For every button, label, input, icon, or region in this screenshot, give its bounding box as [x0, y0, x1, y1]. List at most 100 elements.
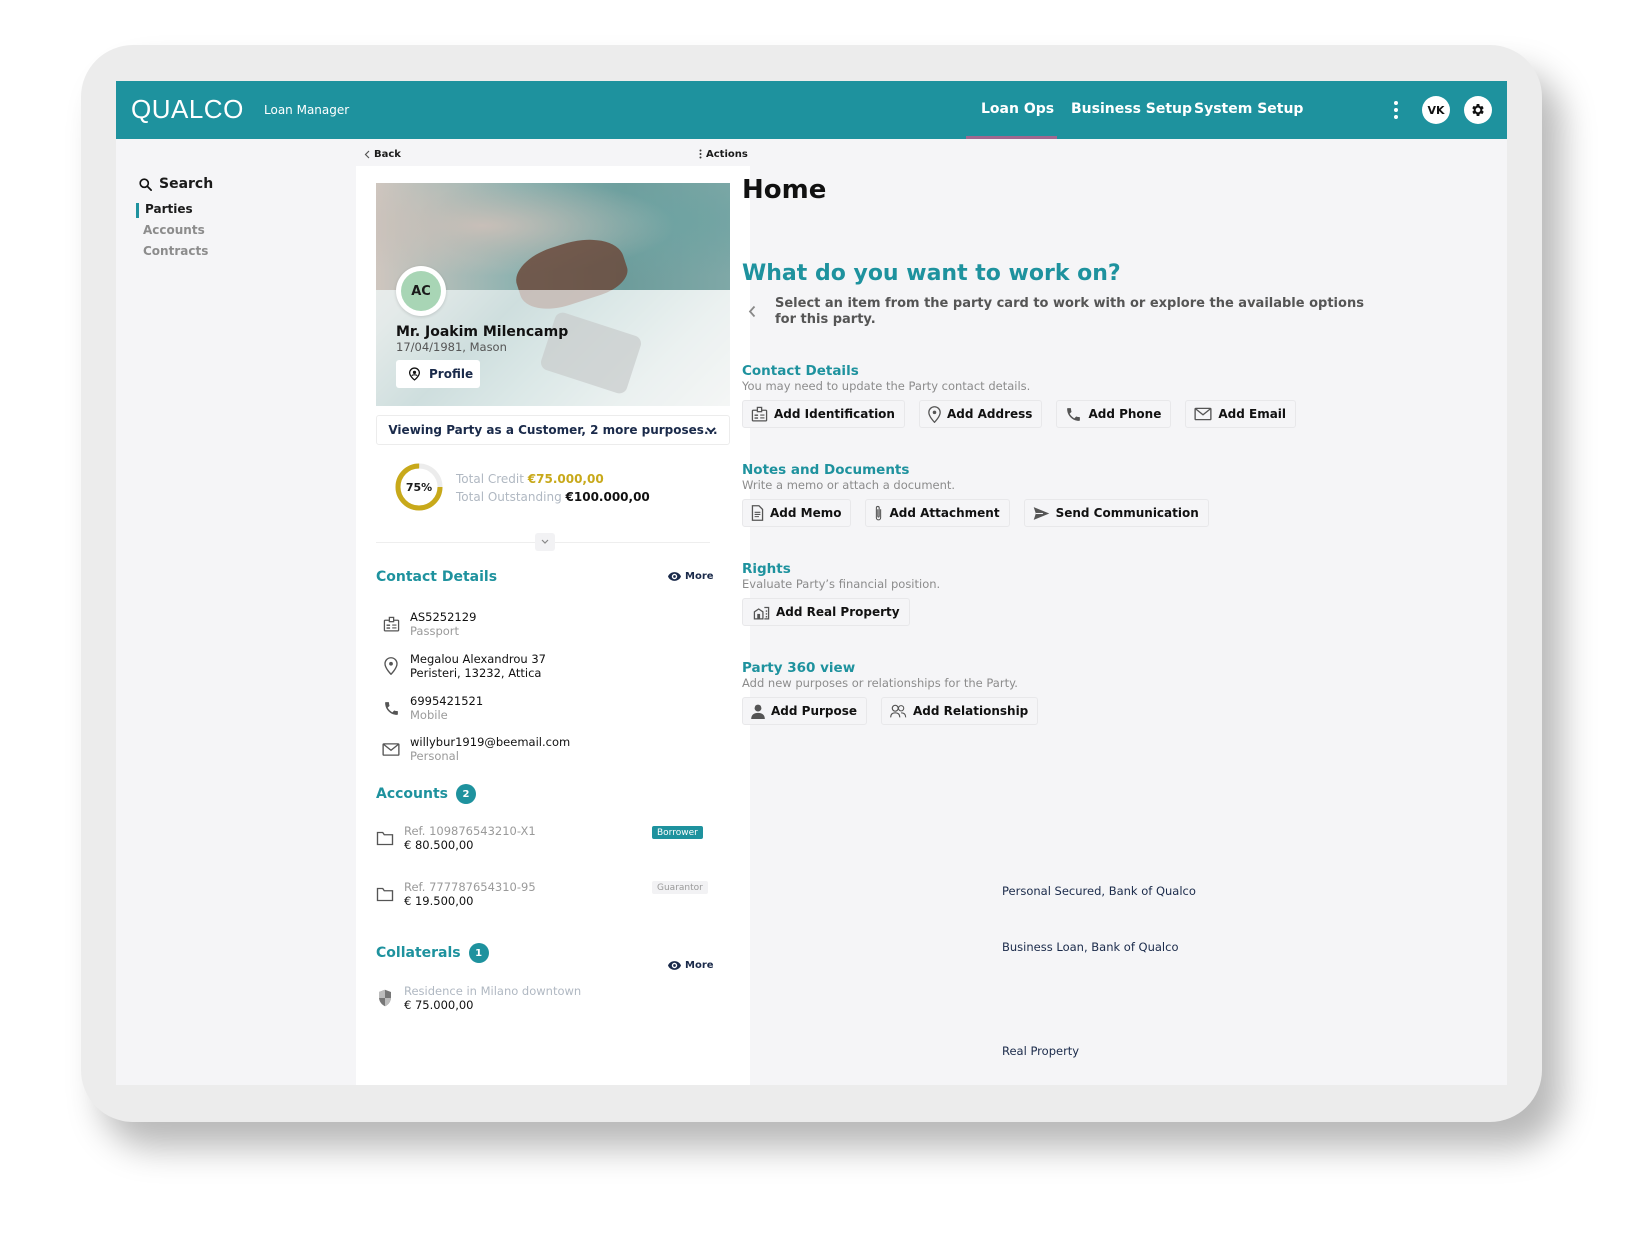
chevron-left-icon — [364, 150, 370, 158]
more-label: More — [685, 960, 714, 971]
chevron-left-icon[interactable] — [748, 305, 756, 318]
building-icon — [753, 606, 770, 620]
total-credit-row: Total Credit €75.000,00 — [456, 472, 604, 486]
chevron-down-icon — [541, 539, 549, 544]
expand-button[interactable] — [535, 533, 555, 551]
add-real-property-button[interactable]: Add Real Property — [742, 598, 910, 626]
contact-main: willybur1919@beemail.com — [410, 735, 571, 749]
search-link[interactable]: Search — [138, 176, 213, 192]
party-avatar: AC — [396, 266, 446, 316]
user-avatar[interactable]: VK — [1422, 96, 1450, 124]
collateral-desc: Residence in Milano downtown — [404, 984, 582, 998]
total-outstanding-value: €100.000,00 — [565, 490, 650, 504]
collateral-amount: € 75.000,00 — [404, 998, 474, 1012]
account-item[interactable]: Personal Secured, Bank of Qualco Ref. 10… — [376, 824, 1196, 898]
profile-label: Profile — [429, 367, 474, 381]
button-label: Send Communication — [1055, 506, 1199, 520]
mail-icon — [1194, 407, 1212, 421]
nav-business-setup[interactable]: Business Setup — [1071, 101, 1192, 117]
sidebar-item-accounts[interactable]: Accounts — [143, 223, 205, 237]
add-relationship-button[interactable]: Add Relationship — [881, 697, 1039, 725]
add-purpose-button[interactable]: Add Purpose — [742, 697, 868, 725]
account-amount: € 80.500,00 — [404, 838, 474, 852]
party-subtitle: 17/04/1981, Mason — [396, 340, 507, 354]
party-name: Mr. Joakim Milencamp — [396, 324, 569, 340]
contact-item-identification[interactable]: AS5252129 Passport — [382, 610, 476, 638]
more-menu-icon[interactable] — [1393, 101, 1399, 119]
collateral-item[interactable]: Real Property Residence in Milano downto… — [376, 984, 1079, 1058]
contact-sub: Mobile — [410, 708, 448, 722]
people-icon — [890, 704, 907, 717]
button-label: Add Phone — [1088, 407, 1162, 421]
memo-icon — [751, 505, 764, 521]
role-badge-guarantor: Guarantor — [652, 881, 708, 894]
contact-main: 6995421521 — [410, 694, 484, 708]
accounts-title-text: Accounts — [376, 786, 449, 802]
profile-button[interactable]: Profile — [396, 360, 480, 388]
contact-sub: Peristeri, 13232, Attica — [410, 666, 542, 680]
accounts-title: Accounts 2 — [376, 784, 477, 804]
add-address-button[interactable]: Add Address — [918, 400, 1043, 428]
group-title-rights: Rights — [742, 561, 791, 577]
contact-sub: Passport — [410, 624, 460, 638]
account-name: Personal Secured, Bank of Qualco — [1002, 884, 1196, 898]
button-label: Add Identification — [774, 407, 895, 421]
actions-label: Actions — [706, 148, 748, 160]
purpose-dropdown[interactable]: Viewing Party as a Customer, 2 more purp… — [376, 415, 730, 445]
credit-percent: 75% — [405, 480, 433, 494]
id-card-icon — [382, 615, 400, 633]
add-attachment-button[interactable]: Add Attachment — [865, 499, 1010, 527]
nav-system-setup[interactable]: System Setup — [1194, 101, 1303, 117]
contact-more-link[interactable]: More — [668, 571, 714, 582]
contact-item-phone[interactable]: 6995421521 Mobile — [382, 694, 483, 722]
contact-item-address[interactable]: Megalou Alexandrou 37 Peristeri, 13232, A… — [382, 652, 546, 680]
send-communication-button[interactable]: Send Communication — [1023, 499, 1209, 527]
sidebar-item-parties[interactable]: Parties — [145, 202, 193, 216]
search-label: Search — [159, 176, 214, 192]
page-title: Home — [742, 175, 827, 205]
group-title-party-360: Party 360 view — [742, 660, 856, 676]
location-pin-icon — [382, 657, 400, 675]
collaterals-title-text: Collaterals — [376, 945, 461, 961]
more-label: More — [685, 571, 714, 582]
add-memo-button[interactable]: Add Memo — [742, 499, 852, 527]
add-email-button[interactable]: Add Email — [1185, 400, 1297, 428]
account-ref: Ref. 109876543210-X1 — [404, 824, 536, 838]
folder-icon — [376, 829, 394, 847]
group-subtitle: You may need to update the Party contact… — [742, 379, 1031, 393]
account-ref: Ref. 777787654310-95 — [404, 880, 536, 894]
button-label: Add Memo — [770, 506, 842, 520]
qualco-logo[interactable]: QUALCO — [131, 94, 244, 125]
chevron-down-icon — [706, 427, 716, 434]
button-label: Add Relationship — [913, 704, 1029, 718]
contact-item-email[interactable]: willybur1919@beemail.com Personal — [382, 735, 570, 763]
sidebar-item-contracts[interactable]: Contracts — [143, 244, 208, 258]
button-label: Add Purpose — [771, 704, 858, 718]
button-label: Add Address — [946, 407, 1033, 421]
back-button[interactable]: Back — [358, 144, 407, 164]
party-card: AC Mr. Joakim Milencamp 17/04/1981, Maso… — [356, 166, 1196, 1085]
settings-gear-icon[interactable] — [1464, 96, 1492, 124]
actions-button[interactable]: Actions — [693, 144, 754, 164]
phone-icon — [1067, 407, 1081, 421]
app-name: Loan Manager — [264, 103, 350, 117]
app-window: QUALCO Loan Manager Loan Ops Business Se… — [116, 81, 1507, 1085]
contact-main: AS5252129 — [410, 610, 477, 624]
nav-loan-ops[interactable]: Loan Ops — [981, 101, 1054, 117]
account-amount: € 19.500,00 — [404, 894, 474, 908]
nav-active-indicator — [966, 136, 1057, 139]
kebab-icon — [699, 149, 702, 159]
add-phone-button[interactable]: Add Phone — [1056, 400, 1172, 428]
collaterals-more-link[interactable]: More — [668, 960, 714, 971]
account-item[interactable]: Business Loan, Bank of Qualco Ref. 77778… — [376, 880, 1178, 954]
contact-details-title: Contact Details — [376, 569, 497, 585]
button-label: Add Real Property — [776, 605, 900, 619]
add-identification-button[interactable]: Add Identification — [742, 400, 905, 428]
id-card-icon — [751, 406, 768, 422]
party-hero-image: AC Mr. Joakim Milencamp 17/04/1981, Maso… — [376, 183, 730, 406]
contact-main: Megalou Alexandrou 37 — [410, 652, 546, 666]
eye-icon — [668, 572, 681, 581]
shield-icon — [376, 989, 394, 1007]
location-pin-icon — [928, 405, 941, 423]
total-outstanding-row: Total Outstanding €100.000,00 — [456, 490, 650, 504]
